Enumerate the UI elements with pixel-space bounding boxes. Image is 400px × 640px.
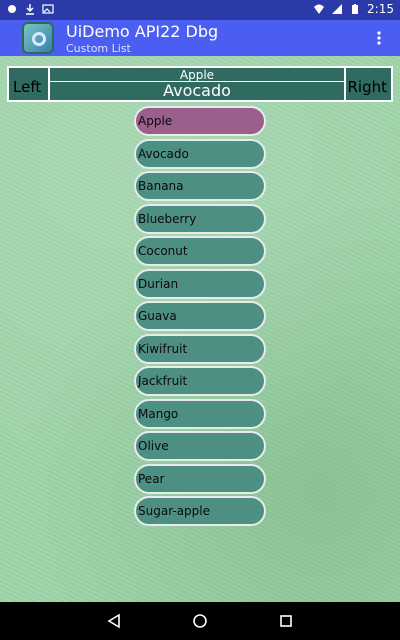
app-subtitle: Custom List — [66, 42, 131, 55]
list-item-label: Jackfruit — [138, 374, 188, 388]
header-selected-text: Avocado — [163, 81, 231, 100]
list-item-label: Apple — [138, 114, 173, 128]
wifi-icon — [314, 4, 325, 14]
list-item-olive[interactable]: Olive — [134, 431, 266, 461]
more-vert-icon[interactable] — [374, 28, 384, 48]
list-item-label: Pear — [138, 471, 165, 486]
home-icon[interactable] — [192, 613, 208, 629]
signal-icon — [332, 4, 343, 14]
fruit-list: Apple Avocado Banana Blueberry Coconut D… — [134, 106, 266, 529]
list-item-blueberry[interactable]: Blueberry — [134, 203, 266, 234]
list-item-label: Kiwifruit — [138, 341, 188, 356]
main-content: Left Apple Avocado Right Apple Avocado B… — [0, 56, 400, 602]
list-item-sugar-apple[interactable]: Sugar-apple — [134, 496, 266, 526]
list-item-coconut[interactable]: Coconut — [134, 236, 266, 266]
nav-bar — [0, 602, 400, 640]
list-item-label: Mango — [138, 406, 179, 421]
status-bar: 2:15 — [0, 0, 400, 20]
battery-icon — [352, 4, 359, 14]
app-logo — [22, 22, 54, 54]
header-center: Apple Avocado — [48, 68, 346, 100]
left-label[interactable]: Left — [13, 78, 41, 96]
list-item-label: Sugar-apple — [138, 504, 210, 518]
status-right-icons: 2:15 — [313, 2, 394, 16]
action-bar: UiDemo API22 Dbg Custom List — [0, 20, 400, 56]
list-item-mango[interactable]: Mango — [134, 398, 266, 429]
list-item-label: Guava — [138, 309, 177, 323]
status-left-icons — [6, 3, 54, 15]
list-item-label: Blueberry — [138, 211, 197, 226]
list-item-label: Avocado — [138, 146, 189, 161]
list-item-pear[interactable]: Pear — [134, 463, 266, 494]
list-item-apple[interactable]: Apple — [134, 106, 266, 136]
list-item-guava[interactable]: Guava — [134, 301, 266, 331]
logo-ring-icon — [32, 32, 46, 46]
list-item-kiwifruit[interactable]: Kiwifruit — [134, 333, 266, 364]
app-title: UiDemo API22 Dbg — [66, 22, 219, 41]
list-item-label: Banana — [138, 179, 184, 193]
picture-icon — [42, 4, 54, 14]
list-item-jackfruit[interactable]: Jackfruit — [134, 366, 266, 396]
list-item-label: Coconut — [138, 244, 188, 258]
list-item-durian[interactable]: Durian — [134, 268, 266, 299]
list-item-avocado[interactable]: Avocado — [134, 138, 266, 169]
right-label[interactable]: Right — [348, 78, 388, 96]
header-top-text: Apple — [179, 68, 215, 82]
status-time: 2:15 — [367, 2, 394, 16]
header-box: Left Apple Avocado Right — [7, 66, 393, 102]
download-icon — [26, 4, 34, 15]
list-item-label: Durian — [138, 276, 179, 291]
back-icon[interactable] — [106, 613, 122, 629]
notification-icon — [8, 5, 16, 13]
list-item-label: Olive — [138, 439, 169, 453]
list-item-banana[interactable]: Banana — [134, 171, 266, 201]
recent-apps-icon[interactable] — [278, 613, 294, 629]
